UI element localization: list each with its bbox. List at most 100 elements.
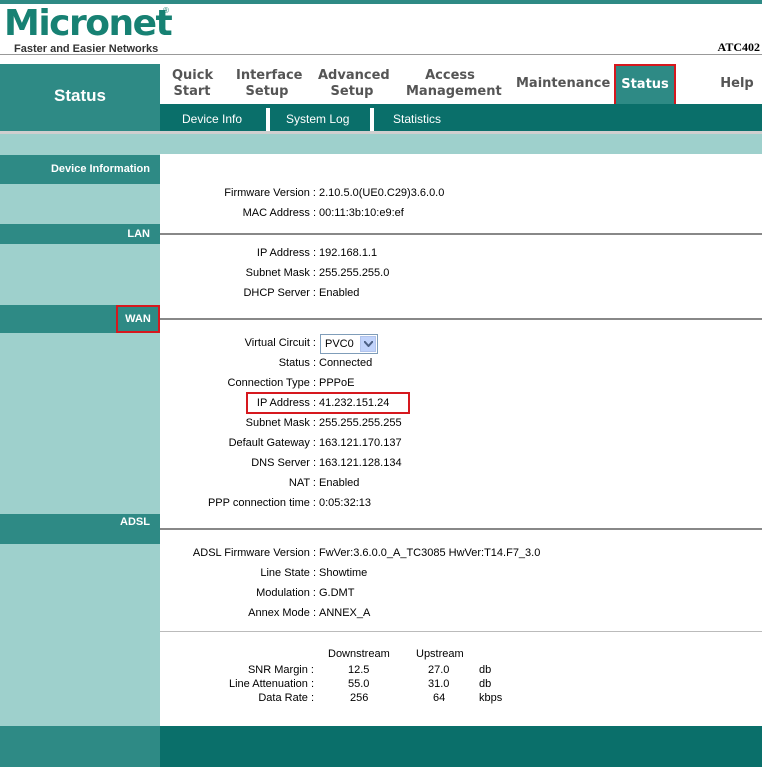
header-divider xyxy=(0,54,762,55)
lan-mask-row: Subnet Mask : 255.255.255.0 xyxy=(160,267,762,281)
menu-label: Advanced xyxy=(318,68,390,83)
dns-server-value: 163.121.128.134 xyxy=(319,457,402,469)
snr-margin-label: SNR Margin : xyxy=(247,664,314,676)
line-attenuation-label: Line Attenuation : xyxy=(228,678,314,690)
menu-label: Help xyxy=(720,76,754,91)
modulation-value: G.DMT xyxy=(319,587,355,599)
line-attenuation-down: 55.0 xyxy=(348,678,370,690)
menu-label: Setup xyxy=(245,84,289,99)
model-name: ATC402 xyxy=(717,40,760,54)
chevron-down-icon[interactable] xyxy=(360,336,376,352)
data-rate-label: Data Rate : xyxy=(258,692,314,704)
ppp-time-row: PPP connection time : 0:05:32:13 xyxy=(160,497,762,511)
dhcp-server-row: DHCP Server : Enabled xyxy=(160,287,762,301)
data-rate-up: 64 xyxy=(433,692,446,704)
footer-left xyxy=(0,726,160,767)
nat-row: NAT : Enabled xyxy=(160,477,762,491)
section-device-information: Device Information xyxy=(0,155,160,184)
adsl-firmware-value: FwVer:3.6.0.0_A_TC3085 HwVer:T14.F7_3.0 xyxy=(319,547,541,559)
section-lan: LAN xyxy=(0,224,160,244)
connection-type-row: Connection Type : PPPoE xyxy=(160,377,762,391)
line-attenuation-unit: db xyxy=(479,678,492,690)
ppp-time-value: 0:05:32:13 xyxy=(319,497,371,509)
upstream-header: Upstream xyxy=(416,648,464,660)
wan-ip-value: 41.232.151.24 xyxy=(319,397,390,409)
content-top-bar xyxy=(0,134,762,154)
wan-status-label: Status : xyxy=(278,357,316,369)
wan-status-value: Connected xyxy=(319,357,373,369)
menu-label: Start xyxy=(173,84,211,99)
footer-right xyxy=(160,726,762,767)
submenu-device-info[interactable]: Device Info xyxy=(182,112,242,126)
mac-address-row: MAC Address : 00:11:3b:10:e9:ef xyxy=(160,207,762,221)
wan-mask-label: Subnet Mask : xyxy=(245,417,316,429)
mac-address-label: MAC Address : xyxy=(242,207,316,219)
adsl-firmware-label: ADSL Firmware Version : xyxy=(192,547,316,559)
downstream-header: Downstream xyxy=(328,648,390,660)
snr-margin-unit: db xyxy=(479,664,492,676)
ppp-time-label: PPP connection time : xyxy=(207,497,316,509)
section-adsl: ADSL xyxy=(0,514,160,544)
snr-margin-up: 27.0 xyxy=(428,664,450,676)
menu-interface-setup[interactable]: Interface Setup xyxy=(236,68,303,100)
menu-maintenance[interactable]: Maintenance xyxy=(516,76,610,92)
menu-access-management[interactable]: Access Management xyxy=(406,68,502,100)
section-divider xyxy=(160,233,762,235)
menu-advanced-setup[interactable]: Advanced Setup xyxy=(318,68,390,100)
lan-mask-value: 255.255.255.0 xyxy=(319,267,390,279)
submenu-separator xyxy=(266,108,270,131)
menu-quick-start[interactable]: Quick Start xyxy=(172,68,213,100)
annex-mode-row: Annex Mode : ANNEX_A xyxy=(160,607,762,621)
sub-menu: Device Info System Log Statistics xyxy=(160,104,762,131)
snr-margin-down: 12.5 xyxy=(348,664,370,676)
stats-divider xyxy=(160,631,762,632)
virtual-circuit-row: Virtual Circuit : xyxy=(160,337,762,351)
virtual-circuit-select[interactable]: PVC0 xyxy=(320,334,378,354)
annex-mode-label: Annex Mode : xyxy=(248,607,316,619)
firmware-version-value: 2.10.5.0(UE0.C29)3.6.0.0 xyxy=(319,187,445,199)
submenu-separator xyxy=(370,108,374,131)
data-rate-unit: kbps xyxy=(479,692,503,704)
menu-help[interactable]: Help xyxy=(718,76,756,92)
section-wan: WAN xyxy=(116,305,160,333)
lan-ip-value: 192.168.1.1 xyxy=(319,247,378,259)
dns-server-row: DNS Server : 163.121.128.134 xyxy=(160,457,762,471)
dhcp-server-label: DHCP Server : xyxy=(243,287,316,299)
data-rate-down: 256 xyxy=(350,692,369,704)
mac-address-value: 00:11:3b:10:e9:ef xyxy=(319,207,404,219)
modulation-row: Modulation : G.DMT xyxy=(160,587,762,601)
connection-type-label: Connection Type : xyxy=(227,377,316,389)
line-state-row: Line State : Showtime xyxy=(160,567,762,581)
default-gateway-value: 163.121.170.137 xyxy=(319,437,402,449)
micronet-logo: Micronet Faster and Easier Networks xyxy=(4,3,173,56)
submenu-statistics[interactable]: Statistics xyxy=(393,112,441,126)
connection-type-value: PPPoE xyxy=(319,377,355,389)
section-divider xyxy=(160,528,762,530)
wan-mask-value: 255.255.255.255 xyxy=(319,417,402,429)
dhcp-server-value: Enabled xyxy=(319,287,360,299)
default-gateway-row: Default Gateway : 163.121.170.137 xyxy=(160,437,762,451)
section-divider xyxy=(160,318,762,320)
nav-section-title: Status xyxy=(54,86,106,105)
menu-label: Interface xyxy=(236,68,303,83)
annex-mode-value: ANNEX_A xyxy=(319,607,371,619)
submenu-system-log[interactable]: System Log xyxy=(286,112,349,126)
dns-server-label: DNS Server : xyxy=(251,457,316,469)
default-gateway-label: Default Gateway : xyxy=(228,437,316,449)
virtual-circuit-label: Virtual Circuit : xyxy=(244,337,316,349)
virtual-circuit-value: PVC0 xyxy=(325,338,354,350)
nav-section-panel: Status xyxy=(0,64,160,131)
lan-ip-label: IP Address : xyxy=(256,247,316,259)
wan-mask-row: Subnet Mask : 255.255.255.255 xyxy=(160,417,762,431)
nat-value: Enabled xyxy=(319,477,360,489)
lan-mask-label: Subnet Mask : xyxy=(245,267,316,279)
menu-label: Status xyxy=(621,77,669,92)
line-attenuation-up: 31.0 xyxy=(428,678,450,690)
registered-mark: ® xyxy=(163,6,169,15)
firmware-version-label: Firmware Version : xyxy=(224,187,316,199)
menu-label: Management xyxy=(406,84,502,99)
wan-status-row: Status : Connected xyxy=(160,357,762,371)
wan-ip-row: IP Address : 41.232.151.24 xyxy=(160,397,762,411)
menu-label: Access xyxy=(425,68,475,83)
logo-wordmark: Micronet xyxy=(4,3,173,44)
